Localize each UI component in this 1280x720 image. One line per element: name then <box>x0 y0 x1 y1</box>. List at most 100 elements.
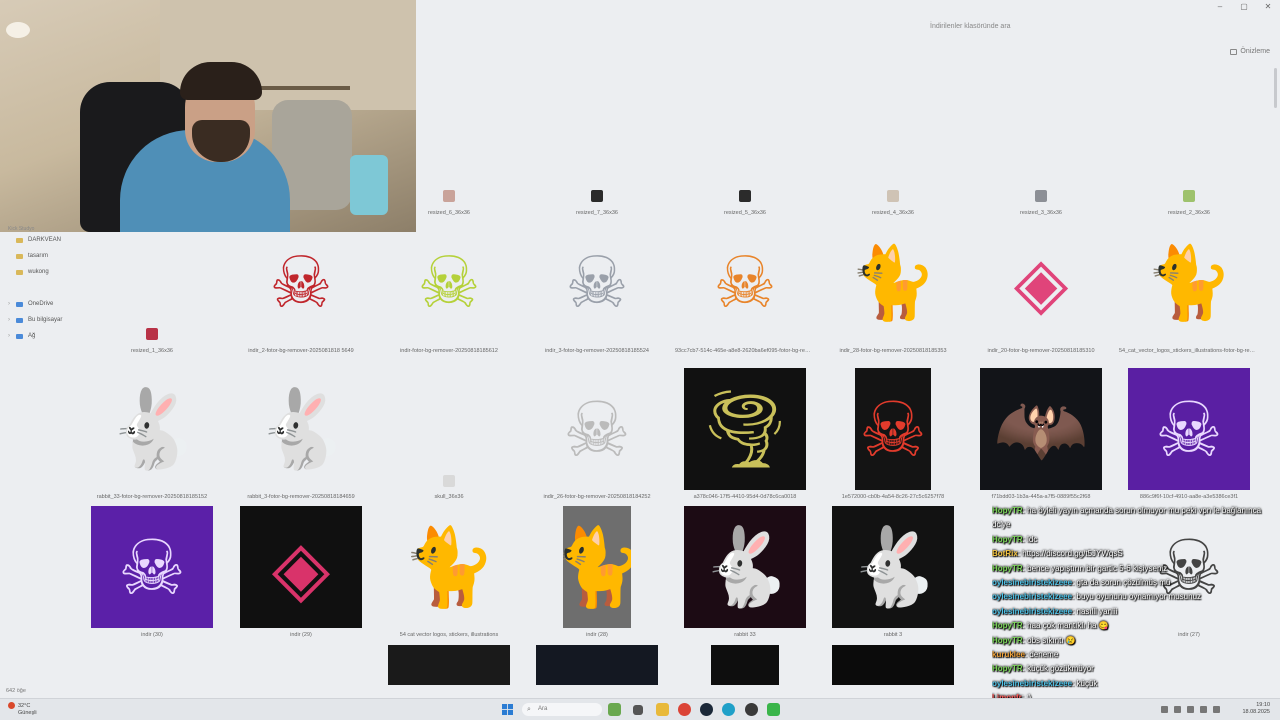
file-name-label: a378c046-17f5-4410-95d4-0d78c6ca0018 <box>693 494 797 500</box>
image-thumbnail[interactable]: 🐈 <box>388 506 510 628</box>
minimize-button[interactable]: – <box>1208 2 1232 11</box>
sidebar-item-tasarim[interactable]: tasarım <box>0 248 90 264</box>
small-image-thumbnail[interactable] <box>1035 190 1047 202</box>
image-thumbnail[interactable]: ☠ <box>91 506 213 628</box>
chat-message: HopyTR: küçük gözükmüyor <box>992 662 1280 676</box>
image-thumbnail[interactable] <box>832 645 954 685</box>
small-image-thumbnail[interactable] <box>1183 190 1195 202</box>
sidebar-item-network[interactable]: › Ağ <box>0 328 90 344</box>
chevron-right-icon[interactable]: › <box>8 301 16 307</box>
image-thumbnail[interactable]: 🦇 <box>980 368 1102 490</box>
chat-username[interactable]: HopyTR <box>992 664 1023 673</box>
weather-icon <box>8 702 15 709</box>
image-thumbnail[interactable]: ☠ <box>536 368 658 490</box>
sidebar-item-darkvean[interactable]: DARKVEAN <box>0 232 90 248</box>
task-view-icon[interactable] <box>633 705 643 715</box>
edge-icon[interactable] <box>722 703 735 716</box>
chat-text: : deneme <box>1024 650 1059 660</box>
image-thumbnail[interactable]: ☠ <box>1128 368 1250 490</box>
image-thumbnail[interactable]: ☠ <box>394 225 504 340</box>
sidebar-item-this-pc[interactable]: › Bu bilgisayar <box>0 312 90 328</box>
sidebar-item-wukong[interactable]: wukong <box>0 264 90 280</box>
small-image-thumbnail[interactable] <box>146 328 158 340</box>
small-image-thumbnail[interactable] <box>591 190 603 202</box>
small-image-thumbnail[interactable] <box>443 190 455 202</box>
item-count-status: 642 öğe <box>6 688 26 694</box>
chat-message: BotRix: https://discord.gg/t5JYWqsS <box>992 547 1280 561</box>
thumbnail-art: ☠ <box>562 384 632 474</box>
image-thumbnail[interactable] <box>388 645 510 685</box>
battery-icon[interactable] <box>1213 706 1220 713</box>
chat-username[interactable]: HopyTR <box>992 535 1023 544</box>
file-name-label: indir_3-fotor-bg-remover-20250818185524 <box>545 348 649 354</box>
image-thumbnail[interactable]: 🐇 <box>91 368 213 490</box>
vpn-icon[interactable] <box>1174 706 1181 713</box>
sidebar-item-onedrive[interactable]: › OneDrive <box>0 296 90 312</box>
chat-username[interactable]: oylesinebiristekizeee <box>992 578 1072 587</box>
image-thumbnail[interactable]: 🐈 <box>563 506 631 628</box>
chrome-icon[interactable] <box>678 703 691 716</box>
thumbnail-art: 🐈 <box>848 240 938 324</box>
chat-username[interactable]: HopyTR <box>992 621 1023 630</box>
network-status-icon[interactable] <box>1187 706 1194 713</box>
image-thumbnail[interactable]: 🐇 <box>684 506 806 628</box>
image-thumbnail[interactable]: ◈ <box>986 225 1096 340</box>
image-thumbnail[interactable]: 🐈 <box>838 225 948 340</box>
chat-username[interactable]: HopyTR <box>992 506 1023 515</box>
taskbar-search-input[interactable]: ⌕ Ara <box>522 703 602 716</box>
maximize-button[interactable]: ▢ <box>1232 2 1256 11</box>
image-thumbnail[interactable] <box>536 645 658 685</box>
file-explorer-icon[interactable] <box>656 703 669 716</box>
image-thumbnail[interactable]: ◈ <box>240 506 362 628</box>
obs-icon[interactable] <box>745 703 758 716</box>
clock[interactable]: 19:10 18.08.2025 <box>1242 702 1270 716</box>
chevron-right-icon[interactable]: › <box>8 333 16 339</box>
folder-icon <box>16 269 23 275</box>
image-thumbnail[interactable]: 🐈 <box>1134 225 1244 340</box>
thumbnail-art: 🐇 <box>253 384 349 473</box>
small-image-thumbnail[interactable] <box>739 190 751 202</box>
app-icon[interactable] <box>767 703 780 716</box>
thumbnail-art: 🐇 <box>104 384 200 473</box>
image-thumbnail[interactable]: ☠ <box>855 368 931 490</box>
volume-icon[interactable] <box>1200 706 1207 713</box>
folder-icon <box>16 253 23 259</box>
clock-date: 18.08.2025 <box>1242 709 1270 715</box>
chat-username[interactable]: oylesinebiristekizeee <box>992 607 1072 616</box>
image-thumbnail[interactable]: ☠ <box>246 225 356 340</box>
chat-message: kuruklee: deneme <box>992 648 1280 662</box>
image-thumbnail[interactable]: 🐇 <box>832 506 954 628</box>
chat-username[interactable]: oylesinebiristekizeee <box>992 679 1072 688</box>
file-name-label: rabbit 33 <box>734 632 756 638</box>
chat-message: oylesinebiristekizeee: gta da sorun çözü… <box>992 576 1280 590</box>
thumbnail-art: 🐇 <box>845 522 941 611</box>
file-name-label: 1e572000-cb0b-4a54-8c26-27c5c6257f78 <box>841 494 945 500</box>
close-button[interactable]: ✕ <box>1256 2 1280 11</box>
small-image-thumbnail[interactable] <box>443 475 455 487</box>
chevron-up-icon[interactable] <box>1161 706 1168 713</box>
image-thumbnail[interactable]: ☠ <box>690 225 800 340</box>
vertical-scrollbar[interactable] <box>1274 68 1277 108</box>
windows-start-icon[interactable] <box>502 704 513 715</box>
chat-username[interactable]: BotRix <box>992 549 1018 558</box>
chat-username[interactable]: HopyTR <box>992 564 1023 573</box>
image-thumbnail[interactable]: ☠ <box>542 225 652 340</box>
file-name-label: skull_36x36 <box>434 494 464 500</box>
chat-username[interactable]: kuruklee <box>992 650 1025 659</box>
preview-toggle[interactable]: Önizleme <box>1230 48 1270 55</box>
chat-text: : obs sıkıntı 😢 <box>1022 635 1076 645</box>
weather-desc: Güneşli <box>18 709 37 716</box>
chat-username[interactable]: HopyTR <box>992 636 1023 645</box>
thumbnail-art: ☠ <box>713 241 777 324</box>
weather-widget[interactable]: 32°C Güneşli <box>8 702 37 717</box>
widgets-icon[interactable] <box>608 703 621 716</box>
chat-username[interactable]: oylesinebiristekizeee <box>992 592 1072 601</box>
file-name-label: indir (29) <box>290 632 312 638</box>
image-thumbnail[interactable] <box>711 645 779 685</box>
folder-search-input[interactable]: İndirilenler klasöründe ara <box>930 23 1130 30</box>
image-thumbnail[interactable]: 🌪 <box>684 368 806 490</box>
small-image-thumbnail[interactable] <box>887 190 899 202</box>
chevron-right-icon[interactable]: › <box>8 317 16 323</box>
steam-icon[interactable] <box>700 703 713 716</box>
image-thumbnail[interactable]: 🐇 <box>240 368 362 490</box>
